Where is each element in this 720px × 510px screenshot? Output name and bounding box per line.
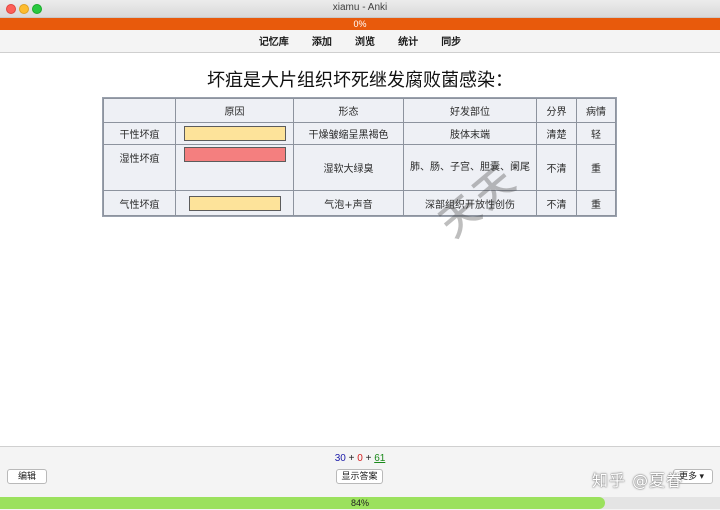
toolbar-browse[interactable]: 浏览 — [355, 31, 375, 54]
table-header-cell: 原因 — [175, 98, 294, 123]
table-row: 气性坏疽 气泡+声音 深部组织开放性创伤 不清 重 — [103, 190, 616, 216]
main-toolbar: 记忆库 添加 浏览 统计 同步 — [0, 30, 720, 53]
row-site: 深部组织开放性创伤 — [403, 190, 537, 216]
row-boundary: 不清 — [536, 144, 577, 191]
table-header-cell — [103, 98, 176, 123]
toolbar-sync[interactable]: 同步 — [441, 31, 461, 54]
due-counts: 30 + 0 + 61 — [0, 453, 720, 464]
window-title: xiamu - Anki — [332, 2, 388, 13]
bottom-progress-bar: 84% — [0, 497, 720, 509]
table-header-cell: 病情 — [576, 98, 616, 123]
edit-button[interactable]: 编辑 — [7, 469, 47, 484]
table-header-cell: 形态 — [293, 98, 404, 123]
show-answer-button[interactable]: 显示答案 — [336, 469, 383, 484]
top-progress-bar: 0% — [0, 18, 720, 30]
table-row: 湿性坏疽 湿软大绿臭 肺、肠、子宫、胆囊、阑尾 不清 重 — [103, 144, 616, 191]
toolbar-decks[interactable]: 记忆库 — [259, 31, 289, 54]
row-type: 气性坏疽 — [103, 190, 176, 216]
count-separator: + — [348, 453, 355, 464]
row-morphology: 干燥皱缩呈黑褐色 — [293, 122, 404, 145]
row-type: 干性坏疽 — [103, 122, 176, 145]
row-boundary: 不清 — [536, 190, 577, 216]
row-site: 肢体末端 — [403, 122, 537, 145]
row-cause — [175, 144, 294, 191]
card-question-title: 坏疽是大片组织坏死继发腐败菌感染： — [207, 70, 513, 91]
row-cause — [175, 190, 294, 216]
row-severity: 重 — [576, 190, 616, 216]
count-separator: + — [365, 453, 372, 464]
row-cause — [175, 122, 294, 145]
row-boundary: 清楚 — [536, 122, 577, 145]
cloze-blank-pink[interactable] — [183, 147, 286, 162]
table-header-row: 原因 形态 好发部位 分界 病情 — [103, 98, 616, 123]
row-severity: 轻 — [576, 122, 616, 145]
row-morphology: 气泡+声音 — [293, 190, 404, 216]
card-table-image: 原因 形态 好发部位 分界 病情 干性坏疽 干燥皱缩呈黑褐色 肢体末端 清楚 轻… — [102, 97, 617, 245]
row-morphology: 湿软大绿臭 — [293, 144, 404, 191]
cloze-blank-yellow[interactable] — [183, 126, 286, 141]
new-count: 30 — [334, 453, 346, 464]
table-header-cell: 好发部位 — [403, 98, 537, 123]
top-progress-label: 0% — [353, 19, 367, 29]
review-bottom-bar: 30 + 0 + 61 编辑 显示答案 更多 ▾ 知乎 @夏眷 84% — [0, 446, 720, 510]
chevron-down-icon: ▾ — [699, 471, 705, 481]
row-severity: 重 — [576, 144, 616, 191]
cloze-blank-yellow[interactable] — [188, 195, 281, 211]
toolbar-stats[interactable]: 统计 — [398, 31, 418, 54]
zhihu-watermark: 知乎 @夏眷 — [592, 471, 684, 490]
review-count: 61 — [374, 453, 386, 464]
table-row: 干性坏疽 干燥皱缩呈黑褐色 肢体末端 清楚 轻 — [103, 122, 616, 145]
table-header-cell: 分界 — [536, 98, 577, 123]
row-type: 湿性坏疽 — [103, 144, 176, 191]
bottom-progress-label: 84% — [350, 498, 369, 508]
gangrene-table: 原因 形态 好发部位 分界 病情 干性坏疽 干燥皱缩呈黑褐色 肢体末端 清楚 轻… — [103, 98, 616, 216]
window-titlebar: xiamu - Anki — [0, 0, 720, 18]
learn-count: 0 — [357, 453, 363, 464]
toolbar-add[interactable]: 添加 — [312, 31, 332, 54]
row-site: 肺、肠、子宫、胆囊、阑尾 — [403, 144, 537, 191]
